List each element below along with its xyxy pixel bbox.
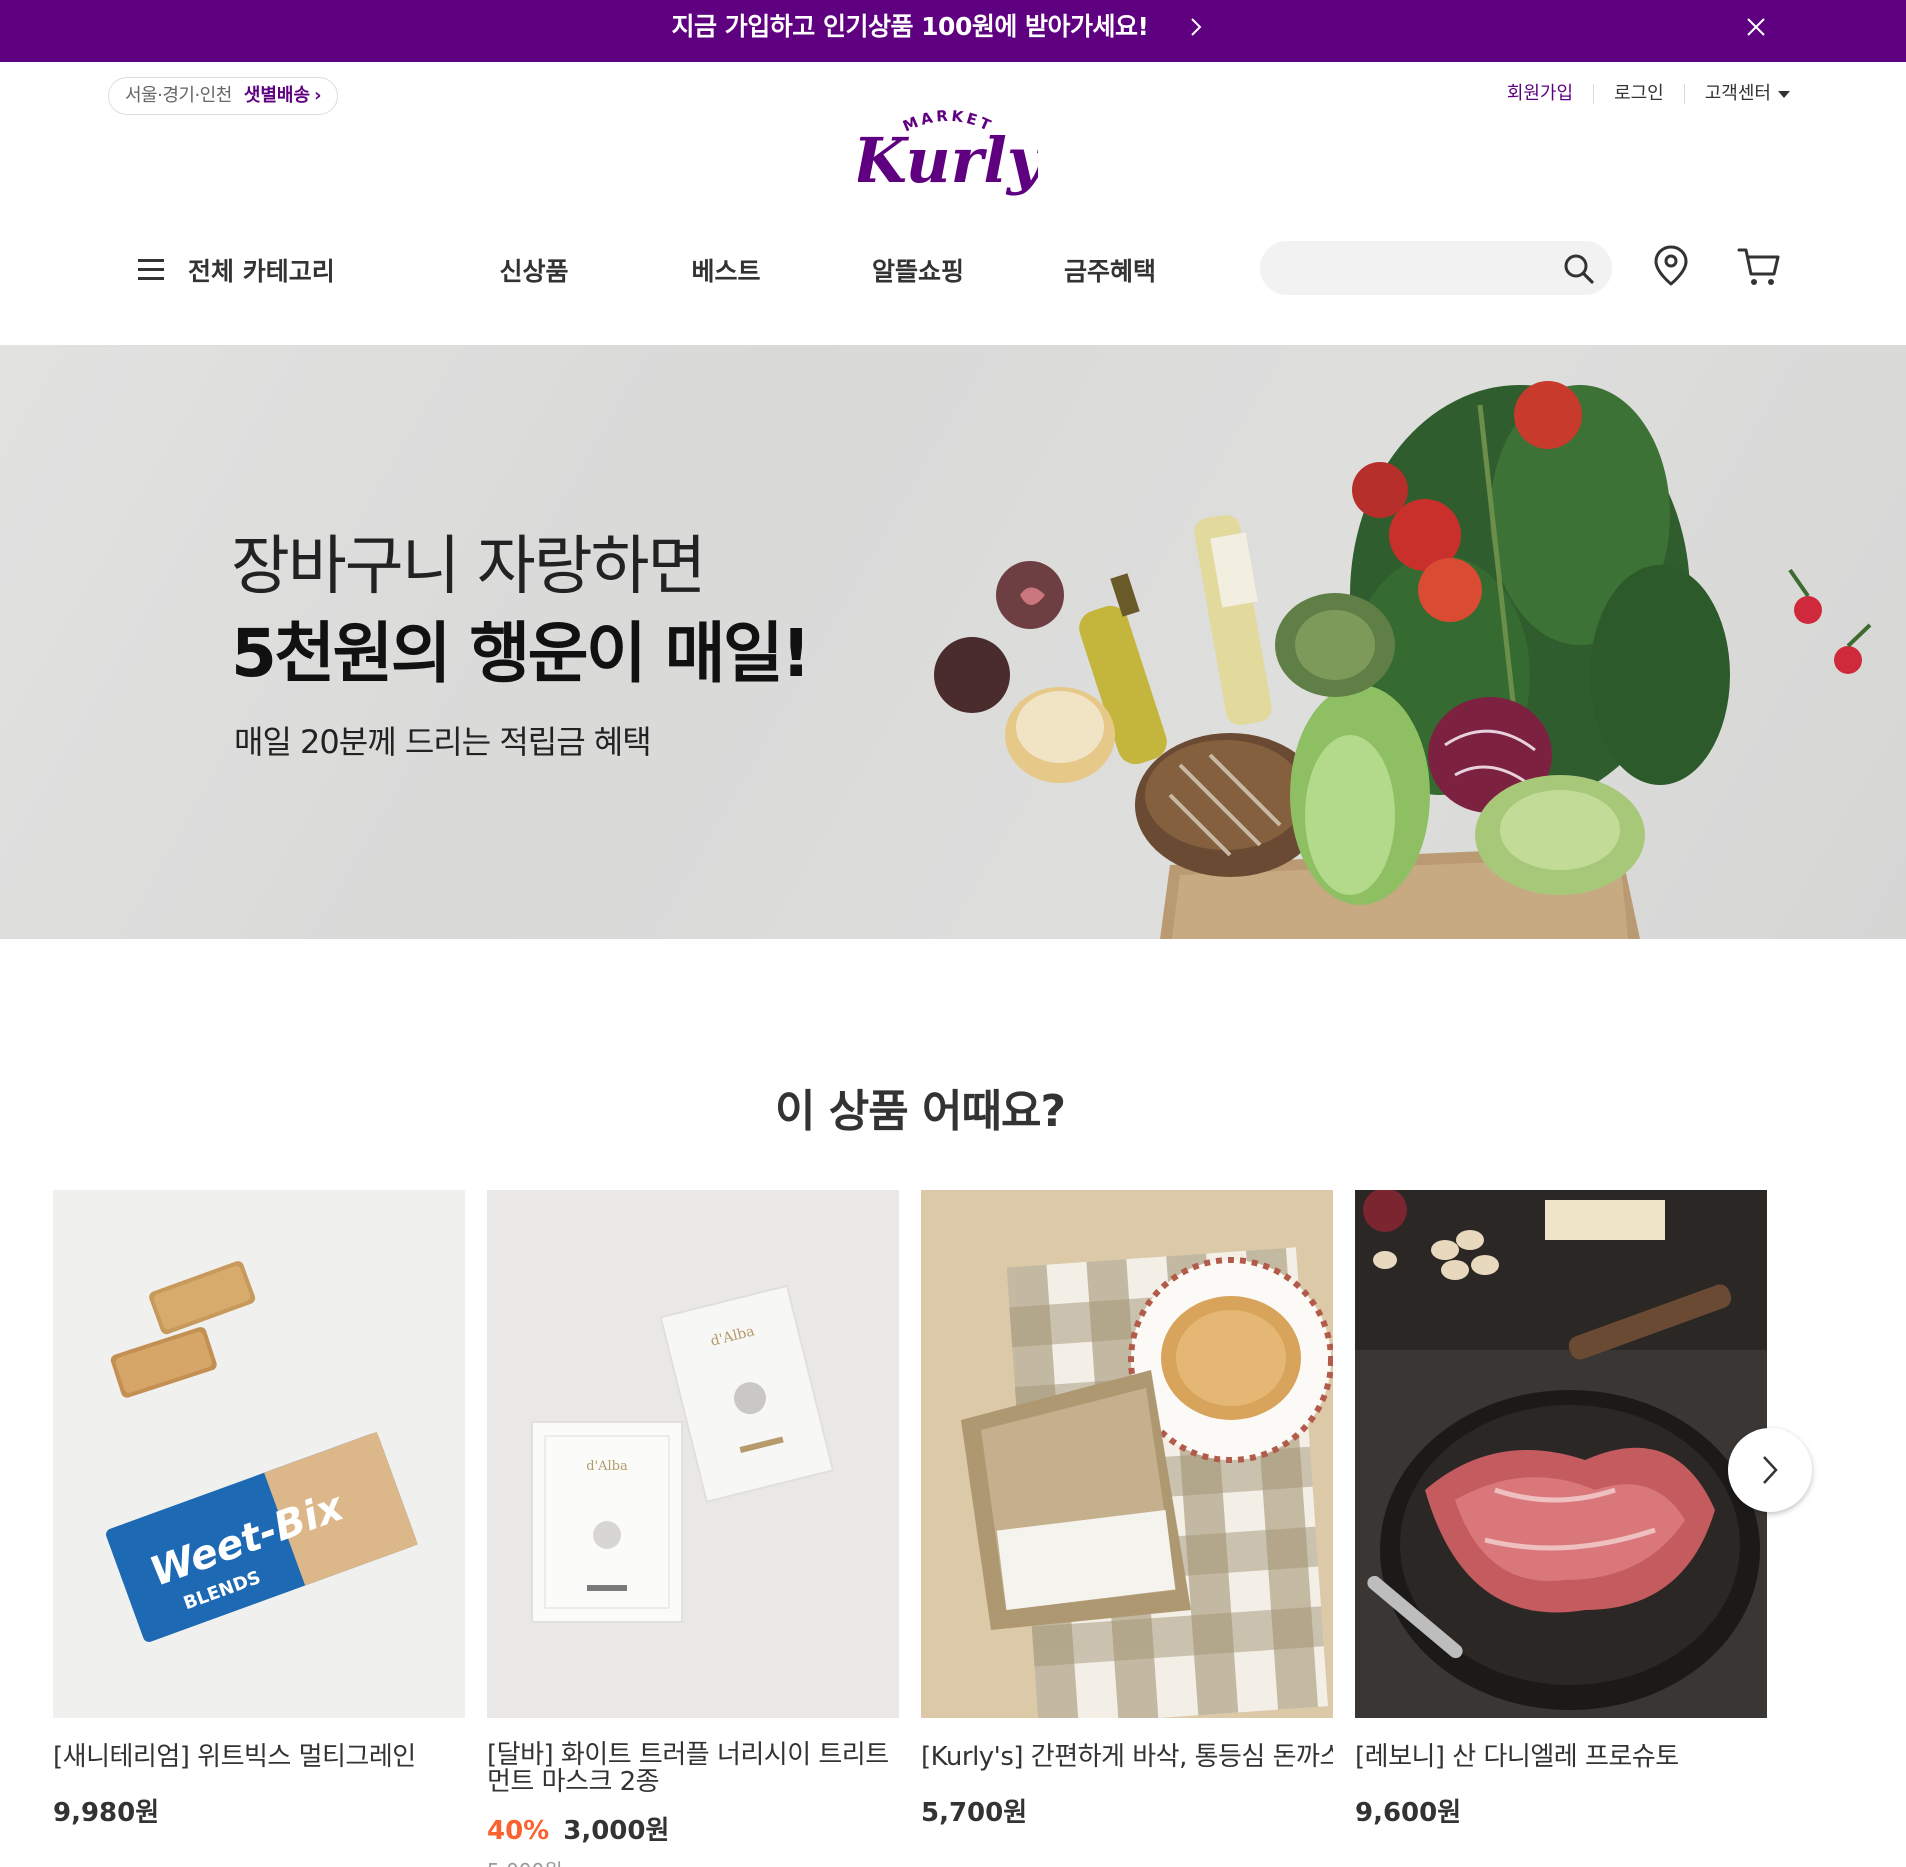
hero-headline: 장바구니 자랑하면 bbox=[231, 530, 706, 604]
chevron-right-icon: › bbox=[314, 85, 322, 106]
product-name[interactable]: [달바] 화이트 트러플 너리시이 트리트먼트 마스크 2종 bbox=[487, 1742, 899, 1796]
logo-kurly-text: Kurly bbox=[858, 124, 1038, 197]
nav-item-bargain[interactable]: 알뜰쇼핑 bbox=[822, 252, 1014, 288]
nav-item-best[interactable]: 베스트 bbox=[630, 252, 822, 288]
product-image[interactable] bbox=[921, 1190, 1333, 1718]
hero-subtext: 매일 20분께 드리는 적립금 혜택 bbox=[234, 723, 652, 761]
product-price: 40% 3,000원 bbox=[487, 1810, 899, 1847]
product-name[interactable]: [레보니] 산 다니엘레 프로슈토 bbox=[1355, 1742, 1767, 1772]
divider bbox=[1683, 84, 1685, 104]
product-price: 9,600원 bbox=[1355, 1792, 1767, 1829]
menu-icon bbox=[138, 259, 166, 281]
chevron-right-icon bbox=[1763, 1456, 1778, 1484]
product-name[interactable]: [Kurly's] 간편하게 바삭, 통등심 돈까스 bbox=[921, 1742, 1333, 1772]
product-card[interactable]: [Kurly's] 간편하게 바삭, 통등심 돈까스 5,700원 bbox=[921, 1190, 1333, 1829]
delivery-type-text: 샛별배송 bbox=[243, 85, 311, 106]
main-nav: 전체 카테고리 신상품 베스트 알뜰쇼핑 금주혜택 bbox=[138, 248, 1206, 292]
product-price-value: 5,700원 bbox=[921, 1798, 1028, 1828]
user-menu: 회원가입 로그인 고객센터 bbox=[1507, 80, 1790, 108]
promo-banner[interactable]: 지금 가입하고 인기상품 100원에 받아가세요! bbox=[0, 0, 1906, 62]
promo-text[interactable]: 지금 가입하고 인기상품 100원에 받아가세요! bbox=[0, 0, 1820, 62]
product-price-value: 9,600원 bbox=[1355, 1798, 1462, 1828]
grocery-bag-image bbox=[934, 381, 1872, 939]
product-image[interactable]: Weet-Bix BLENDS bbox=[53, 1190, 465, 1718]
all-categories-label: 전체 카테고리 bbox=[188, 257, 335, 286]
delivery-region-text: 서울·경기·인천 bbox=[125, 85, 232, 106]
signup-link[interactable]: 회원가입 bbox=[1507, 80, 1573, 108]
customer-center-menu[interactable]: 고객센터 bbox=[1705, 80, 1790, 108]
svg-text:d'Alba: d'Alba bbox=[586, 1459, 628, 1474]
carousel-next-button[interactable] bbox=[1728, 1428, 1812, 1512]
product-price-value: 3,000원 bbox=[563, 1816, 670, 1846]
product-card[interactable]: Weet-Bix BLENDS [새니테리엄] 위트빅스 멀티그레인 9,980… bbox=[53, 1190, 465, 1829]
hero-banner[interactable]: 장바구니 자랑하면 5천원의 행운이 매일! 매일 20분께 드리는 적립금 혜… bbox=[0, 345, 1906, 939]
discount-rate: 40% bbox=[487, 1816, 550, 1846]
product-card[interactable]: d'Alba d'Alba [달바] 화이트 트러플 너리시이 트리트먼트 마스… bbox=[487, 1190, 899, 1867]
close-icon[interactable] bbox=[1741, 12, 1771, 42]
location-pin-icon[interactable] bbox=[1651, 243, 1691, 287]
login-link[interactable]: 로그인 bbox=[1614, 80, 1664, 108]
all-categories-button[interactable]: 전체 카테고리 bbox=[138, 252, 438, 288]
nav-item-new[interactable]: 신상품 bbox=[438, 252, 630, 288]
product-card[interactable]: [레보니] 산 다니엘레 프로슈토 9,600원 bbox=[1355, 1190, 1767, 1829]
search-bar bbox=[1260, 241, 1612, 295]
product-name[interactable]: [새니테리엄] 위트빅스 멀티그레인 bbox=[53, 1742, 465, 1772]
nav-item-weekly-benefits[interactable]: 금주혜택 bbox=[1014, 252, 1206, 288]
chevron-right-icon bbox=[1191, 18, 1202, 36]
cart-icon[interactable] bbox=[1736, 244, 1782, 288]
search-icon[interactable] bbox=[1562, 252, 1596, 286]
caret-down-icon bbox=[1778, 90, 1790, 98]
delivery-area-button[interactable]: 서울·경기·인천 샛별배송 › bbox=[108, 77, 339, 115]
kurly-logo[interactable]: MARKET Kurly bbox=[858, 102, 1038, 206]
hero-headline-bold: 5천원의 행운이 매일! bbox=[231, 615, 811, 692]
product-price-value: 9,980원 bbox=[53, 1798, 160, 1828]
product-image[interactable]: d'Alba d'Alba bbox=[487, 1190, 899, 1718]
product-price: 9,980원 bbox=[53, 1792, 465, 1829]
original-price: 5,000원 bbox=[487, 1855, 899, 1867]
search-input[interactable] bbox=[1284, 251, 1544, 285]
product-image[interactable] bbox=[1355, 1190, 1767, 1718]
section-title: 이 상품 어때요? bbox=[774, 1086, 1066, 1137]
customer-center-label: 고객센터 bbox=[1704, 83, 1771, 104]
divider bbox=[1593, 84, 1595, 104]
product-price: 5,700원 bbox=[921, 1792, 1333, 1829]
